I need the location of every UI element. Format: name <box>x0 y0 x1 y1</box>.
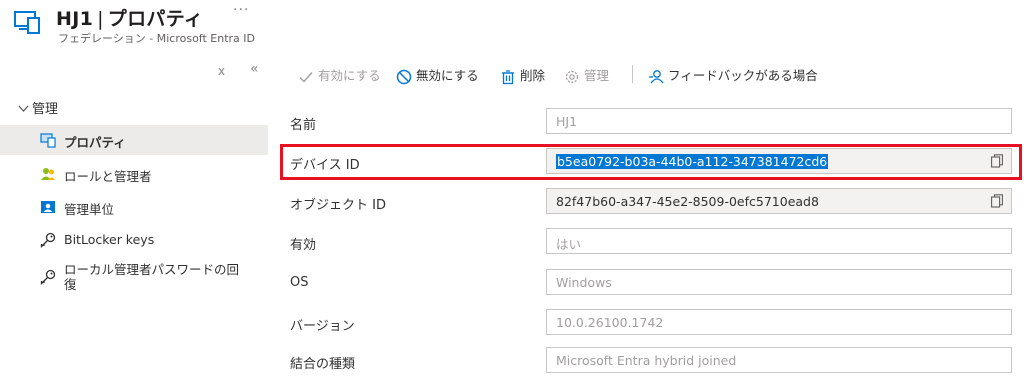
object-id-field[interactable]: 82f47b60-a347-45e2-8509-0efc5710ead8 <box>546 188 1012 214</box>
properties-icon <box>40 133 56 148</box>
property-label: 有効 <box>290 238 317 253</box>
delete-label: 削除 <box>520 68 546 83</box>
device-icon <box>14 11 40 34</box>
more-options-button[interactable]: ··· <box>233 2 249 18</box>
manage-button[interactable]: 管理 <box>564 65 609 85</box>
checkmark-icon <box>299 71 313 83</box>
nav-group-manage[interactable]: 管理 <box>18 98 58 117</box>
highlight-frame <box>280 144 1022 180</box>
sidebar-item-label: BitLocker keys <box>64 232 155 247</box>
property-label: OS <box>290 275 309 290</box>
collapse-sidebar-button[interactable]: « <box>250 61 259 77</box>
object-id-value: 82f47b60-a347-45e2-8509-0efc5710ead8 <box>556 194 819 209</box>
manage-label: 管理 <box>584 68 610 83</box>
key-icon <box>40 269 56 285</box>
property-row-join-type: 結合の種類 Microsoft Entra hybrid joined <box>290 343 1024 379</box>
delete-button[interactable]: 削除 <box>500 65 545 85</box>
sidebar-item-label: ローカル管理者パスワードの回復 <box>64 262 240 292</box>
page-subtitle: フェデレーション - Microsoft Entra ID <box>58 32 256 45</box>
join-type-field[interactable]: Microsoft Entra hybrid joined <box>546 347 1012 373</box>
sidebar-item-local-admin-password[interactable]: ローカル管理者パスワードの回復 <box>0 258 268 298</box>
sidebar-item-label: プロパティ <box>64 135 126 150</box>
sidebar-item-properties[interactable]: プロパティ <box>0 125 268 155</box>
sidebar-item-roles-admins[interactable]: ロールと管理者 <box>0 159 268 189</box>
os-field[interactable]: Windows <box>546 269 1012 295</box>
nav-group-label: 管理 <box>32 102 59 117</box>
property-row-os: OS Windows <box>290 265 1024 301</box>
page-name: プロパティ <box>107 8 204 30</box>
key-icon <box>40 232 56 248</box>
sidebar-item-label: 管理単位 <box>64 202 115 217</box>
sidebar-item-admin-units[interactable]: 管理単位 <box>0 192 268 222</box>
trash-icon <box>502 69 514 84</box>
version-field[interactable]: 10.0.26100.1742 <box>546 309 1012 335</box>
command-bar: 有効にする 無効にする 削除 管理 フィードバックがある場合 <box>292 56 1012 90</box>
property-row-object-id: オブジェクト ID 82f47b60-a347-45e2-8509-0efc57… <box>290 184 1024 220</box>
close-sidebar-button[interactable]: x <box>218 64 225 78</box>
admin-unit-icon <box>41 201 55 213</box>
sidebar: x « 管理 プロパティ ロールと管理者 管理単位 BitLocker keys… <box>0 56 268 380</box>
disable-label: 無効にする <box>416 68 479 83</box>
disable-button[interactable]: 無効にする <box>396 65 479 85</box>
enable-button[interactable]: 有効にする <box>298 65 381 85</box>
title-separator: | <box>97 8 104 30</box>
sidebar-item-label: ロールと管理者 <box>64 169 152 184</box>
property-row-name: 名前 HJ1 <box>290 104 1024 140</box>
users-roles-icon <box>41 168 55 180</box>
sidebar-item-bitlocker-keys[interactable]: BitLocker keys <box>0 225 268 255</box>
feedback-button[interactable]: フィードバックがある場合 <box>648 65 818 85</box>
toolbar-divider <box>632 65 633 83</box>
property-label: バージョン <box>290 319 355 334</box>
property-label: 結合の種類 <box>290 357 356 372</box>
feedback-label: フィードバックがある場合 <box>668 68 818 83</box>
gear-icon <box>565 70 579 83</box>
enabled-field[interactable]: はい <box>546 228 1012 254</box>
property-row-enabled: 有効 はい <box>290 224 1024 260</box>
copy-icon[interactable] <box>991 194 1003 208</box>
property-label: オブジェクト ID <box>290 198 386 213</box>
name-field[interactable]: HJ1 <box>546 108 1012 134</box>
feedback-icon <box>649 69 664 83</box>
page-title: HJ1 | プロパティ <box>56 4 203 31</box>
chevron-down-icon <box>18 102 32 117</box>
enable-label: 有効にする <box>318 68 381 83</box>
page-header: HJ1 | プロパティ ··· フェデレーション - Microsoft Entra… <box>0 0 1024 48</box>
property-label: 名前 <box>290 118 317 133</box>
device-name: HJ1 <box>56 8 94 30</box>
property-row-version: バージョン 10.0.26100.1742 <box>290 305 1024 341</box>
block-icon <box>396 69 412 84</box>
